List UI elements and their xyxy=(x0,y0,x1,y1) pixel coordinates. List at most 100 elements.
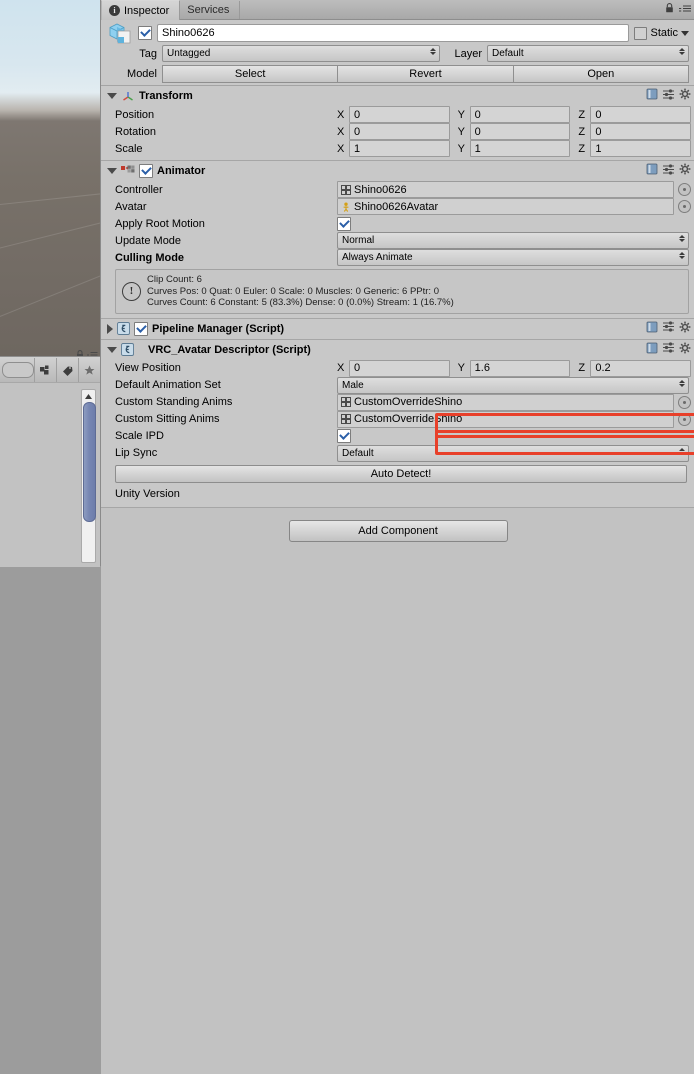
tag-label-icon[interactable] xyxy=(56,358,78,382)
axis-y-label: Y xyxy=(457,108,466,121)
component-header-pipeline-manager[interactable]: Pipeline Manager (Script) xyxy=(101,318,694,339)
vector3-input: X 0 Y 0 Z 0 xyxy=(337,106,692,123)
foldout-arrow-icon[interactable] xyxy=(107,93,117,99)
field-label: Scale xyxy=(115,142,143,155)
help-book-icon[interactable] xyxy=(646,88,658,100)
gear-icon[interactable] xyxy=(679,163,691,175)
help-book-icon[interactable] xyxy=(646,321,658,333)
static-toggle[interactable]: Static xyxy=(634,26,691,40)
hamburger-menu-icon[interactable] xyxy=(679,4,691,13)
field-rotation: Rotation X 0 Y 0 Z 0 xyxy=(101,123,694,140)
preset-icon[interactable] xyxy=(663,88,674,100)
inspector-footer: Add Component xyxy=(101,507,694,1074)
component-vrc-avatar-descriptor: VRC_Avatar Descriptor (Script) View Posi… xyxy=(101,339,694,508)
object-picker-button[interactable] xyxy=(678,412,691,426)
custom-standing-anims-value: CustomOverrideShino xyxy=(354,396,463,408)
stats-line-1: Clip Count: 6 xyxy=(147,274,202,285)
component-header-animator[interactable]: Animator xyxy=(101,161,694,181)
scroll-up-arrow-icon[interactable] xyxy=(83,391,94,401)
controller-object-field[interactable]: Shino0626 xyxy=(337,181,674,198)
foldout-arrow-icon[interactable] xyxy=(107,323,113,334)
component-header-buttons xyxy=(646,88,691,100)
lip-sync-value: Default xyxy=(342,447,374,459)
position-x-input[interactable]: 0 xyxy=(349,106,450,123)
default-animation-set-dropdown[interactable]: Male xyxy=(337,376,689,394)
axis-y-label: Y xyxy=(457,125,466,138)
preset-icon[interactable] xyxy=(663,342,674,353)
game-object-name-input[interactable]: Shino0626 xyxy=(157,24,630,42)
tab-services[interactable]: Services xyxy=(180,1,241,19)
preset-icon[interactable] xyxy=(663,163,674,175)
animator-override-icon xyxy=(341,414,351,424)
position-y-input[interactable]: 0 xyxy=(469,106,571,123)
favorite-star-icon[interactable] xyxy=(78,358,100,382)
animator-stats-text: Clip Count: 6 Curves Pos: 0 Quat: 0 Eule… xyxy=(147,274,454,309)
object-picker-button[interactable] xyxy=(678,183,691,196)
script-icon xyxy=(117,322,130,335)
model-open-button[interactable]: Open xyxy=(513,64,689,83)
tag-dropdown[interactable]: Untagged xyxy=(162,45,440,62)
game-object-enabled-checkbox[interactable] xyxy=(138,26,152,40)
gear-icon[interactable] xyxy=(679,321,691,333)
animator-enabled-checkbox[interactable] xyxy=(139,164,153,178)
layer-value: Default xyxy=(492,48,524,59)
info-icon: i xyxy=(109,5,120,16)
gear-icon[interactable] xyxy=(679,342,691,354)
scrollbar-thumb[interactable] xyxy=(83,402,96,522)
custom-standing-anims-object-field[interactable]: CustomOverrideShino xyxy=(337,393,674,411)
model-select-button[interactable]: Select xyxy=(162,64,339,83)
field-label: Controller xyxy=(115,183,163,196)
tab-inspector[interactable]: i Inspector xyxy=(101,0,181,20)
warning-info-icon: ! xyxy=(122,281,141,301)
field-label: View Position xyxy=(115,362,181,374)
pipeline-manager-enabled-checkbox[interactable] xyxy=(134,321,148,336)
scale-ipd-checkbox[interactable] xyxy=(337,429,351,443)
material-paint-icon[interactable] xyxy=(34,358,56,382)
scale-y-input[interactable]: 1 xyxy=(469,140,571,157)
layer-dropdown[interactable]: Default xyxy=(487,45,689,62)
foldout-arrow-icon[interactable] xyxy=(107,168,117,174)
scale-z-input[interactable]: 1 xyxy=(590,140,692,157)
view-position-z-input[interactable]: 0.2 xyxy=(590,359,692,377)
preset-icon[interactable] xyxy=(663,321,674,332)
gear-icon[interactable] xyxy=(679,88,691,100)
help-book-icon[interactable] xyxy=(646,342,658,354)
component-title: VRC_Avatar Descriptor (Script) xyxy=(148,343,311,356)
rotation-x-input[interactable]: 0 xyxy=(349,123,450,140)
project-panel-scrollbar[interactable] xyxy=(81,389,96,563)
component-title: Animator xyxy=(157,165,206,177)
object-picker-button[interactable] xyxy=(678,395,691,409)
avatar-object-field[interactable]: Shino0626Avatar xyxy=(337,198,674,215)
culling-mode-dropdown[interactable]: Always Animate xyxy=(337,249,689,266)
view-position-x-input[interactable]: 0 xyxy=(349,359,450,377)
foldout-arrow-icon[interactable] xyxy=(107,346,117,353)
lip-sync-dropdown[interactable]: Default xyxy=(337,444,689,462)
stats-line-3: Curves Count: 6 Constant: 5 (83.3%) Dens… xyxy=(147,297,454,308)
view-position-y-input[interactable]: 1.6 xyxy=(469,359,571,377)
rotation-y-input[interactable]: 0 xyxy=(469,123,571,140)
add-component-button[interactable]: Add Component xyxy=(288,519,508,542)
update-mode-dropdown[interactable]: Normal xyxy=(337,232,689,249)
rotation-z-input[interactable]: 0 xyxy=(590,123,692,140)
component-header-vrc-avatar-descriptor[interactable]: VRC_Avatar Descriptor (Script) xyxy=(101,339,694,360)
model-revert-button[interactable]: Revert xyxy=(338,64,514,83)
search-input[interactable] xyxy=(2,362,35,378)
apply-root-motion-checkbox[interactable] xyxy=(337,216,351,231)
scene-view[interactable] xyxy=(0,0,100,356)
help-book-icon[interactable] xyxy=(646,163,658,175)
component-header-transform[interactable]: Transform xyxy=(101,86,694,106)
component-transform: Transform Position X 0 Y 0 Z 0 Rotation … xyxy=(101,86,694,161)
custom-sitting-anims-object-field[interactable]: CustomOverrideShino xyxy=(337,410,674,428)
scale-x-input[interactable]: 1 xyxy=(349,140,450,157)
static-checkbox[interactable] xyxy=(634,26,648,40)
axis-y-label: Y xyxy=(457,142,466,155)
field-label: Custom Standing Anims xyxy=(115,396,233,408)
lock-icon[interactable] xyxy=(665,3,674,13)
object-picker-button[interactable] xyxy=(678,200,691,213)
chevron-down-icon[interactable] xyxy=(681,30,689,36)
position-z-input[interactable]: 0 xyxy=(590,106,692,123)
animator-icon xyxy=(121,165,135,177)
auto-detect-button[interactable]: Auto Detect! xyxy=(115,464,687,483)
transform-axis-icon xyxy=(121,89,135,103)
inspector-header-icons xyxy=(665,3,691,13)
